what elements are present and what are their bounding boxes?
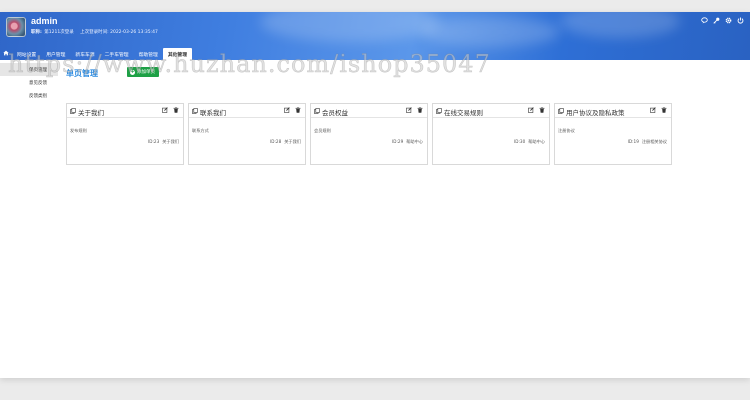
login-count: 第1211次登录 [44,30,74,35]
card-subtitle: 发布规则 [70,128,87,133]
admin-meta: 职称: 第1211次登录 上次登录时间: 2022-03-26 13:35:47 [31,29,163,35]
card-title: 联系我们 [200,109,226,117]
edit-icon[interactable] [406,107,412,113]
card-category: 关于我们 [162,139,179,144]
header-tools [701,17,744,24]
card-title: 关于我们 [78,109,104,117]
card-header: 关于我们 [67,104,183,118]
key-icon[interactable] [713,17,720,24]
avatar[interactable] [6,17,26,37]
main-content: 单页管理 + 添加单页 关于我们 发布规则 ID:23 关于我们 联系我们 联系… [58,60,750,378]
edit-icon[interactable] [162,107,168,113]
sidebar-item-feedback-category[interactable]: 反馈类别 [0,89,58,102]
copy-icon [436,108,442,114]
trash-icon[interactable] [539,107,545,113]
card-id: ID:30 [514,139,526,144]
gear-icon[interactable] [725,17,732,24]
card-id: ID:28 [270,139,282,144]
add-page-button[interactable]: + 添加单页 [127,67,159,77]
add-page-label: 添加单页 [137,70,155,75]
copy-icon [314,108,320,114]
sidebar-item-feedback[interactable]: 意见反馈 [0,76,58,89]
card-category: 帮助中心 [406,139,423,144]
page-title: 单页管理 [66,69,98,78]
last-login-time: 上次登录时间: 2022-03-26 13:35:47 [80,30,158,35]
card-footer: ID:19 注册相关协议 [628,139,667,145]
tab-help-management[interactable]: 帮助管理 [134,48,163,60]
page-card[interactable]: 会员权益 会员规则 ID:29 帮助中心 [310,103,428,165]
card-header: 在线交易规则 [433,104,549,118]
page-card-list: 关于我们 发布规则 ID:23 关于我们 联系我们 联系方式 ID:28 关于我… [66,103,672,165]
card-category: 关于我们 [284,139,301,144]
trash-icon[interactable] [295,107,301,113]
top-header: admin 职称: 第1211次登录 上次登录时间: 2022-03-26 13… [0,12,750,60]
tab-other-management[interactable]: 其他管理 [162,48,193,60]
edit-icon[interactable] [284,107,290,113]
main-nav-tabs: 网站设置 用户管理 新车车源 二手车管理 帮助管理 其他管理 [0,46,193,60]
app-window: admin 职称: 第1211次登录 上次登录时间: 2022-03-26 13… [0,12,750,378]
card-subtitle: 注册协议 [558,128,575,133]
page-card[interactable]: 联系我们 联系方式 ID:28 关于我们 [188,103,306,165]
edit-icon[interactable] [528,107,534,113]
card-id: ID:23 [148,139,160,144]
card-header: 用户协议及隐私政策 [555,104,671,118]
tab-new-cars[interactable]: 新车车源 [70,48,99,60]
power-icon[interactable] [737,17,744,24]
card-footer: ID:23 关于我们 [148,139,179,145]
sidebar-item-single-pages[interactable]: 单页管理 [0,63,58,76]
page-card[interactable]: 关于我们 发布规则 ID:23 关于我们 [66,103,184,165]
copy-icon [192,108,198,114]
plus-circle-icon: + [130,68,135,75]
card-title: 在线交易规则 [444,109,483,117]
home-icon[interactable] [0,46,12,60]
card-category: 帮助中心 [528,139,545,144]
card-id: ID:19 [627,139,639,144]
card-footer: ID:28 关于我们 [270,139,301,145]
card-header: 会员权益 [311,104,427,118]
trash-icon[interactable] [417,107,423,113]
chat-icon[interactable] [701,17,708,24]
tab-site-settings[interactable]: 网站设置 [12,48,41,60]
card-category: 注册相关协议 [641,139,667,144]
copy-icon [558,108,564,114]
card-subtitle: 会员规则 [314,128,331,133]
page-card[interactable]: 在线交易规则 ID:30 帮助中心 [432,103,550,165]
card-title: 用户协议及隐私政策 [566,109,625,117]
copy-icon [70,108,76,114]
sidebar: 单页管理 意见反馈 反馈类别 [0,60,58,378]
trash-icon[interactable] [173,107,179,113]
tab-used-cars[interactable]: 二手车管理 [100,48,134,60]
card-footer: ID:30 帮助中心 [514,139,545,145]
edit-icon[interactable] [650,107,656,113]
admin-name: admin [31,16,58,26]
page-card[interactable]: 用户协议及隐私政策 注册协议 ID:19 注册相关协议 [554,103,672,165]
card-id: ID:29 [392,139,404,144]
card-header: 联系我们 [189,104,305,118]
card-subtitle: 联系方式 [192,128,209,133]
trash-icon[interactable] [661,107,667,113]
card-title: 会员权益 [322,109,348,117]
role-label: 职称: [31,30,42,35]
tab-user-management[interactable]: 用户管理 [41,48,70,60]
card-footer: ID:29 帮助中心 [392,139,423,145]
